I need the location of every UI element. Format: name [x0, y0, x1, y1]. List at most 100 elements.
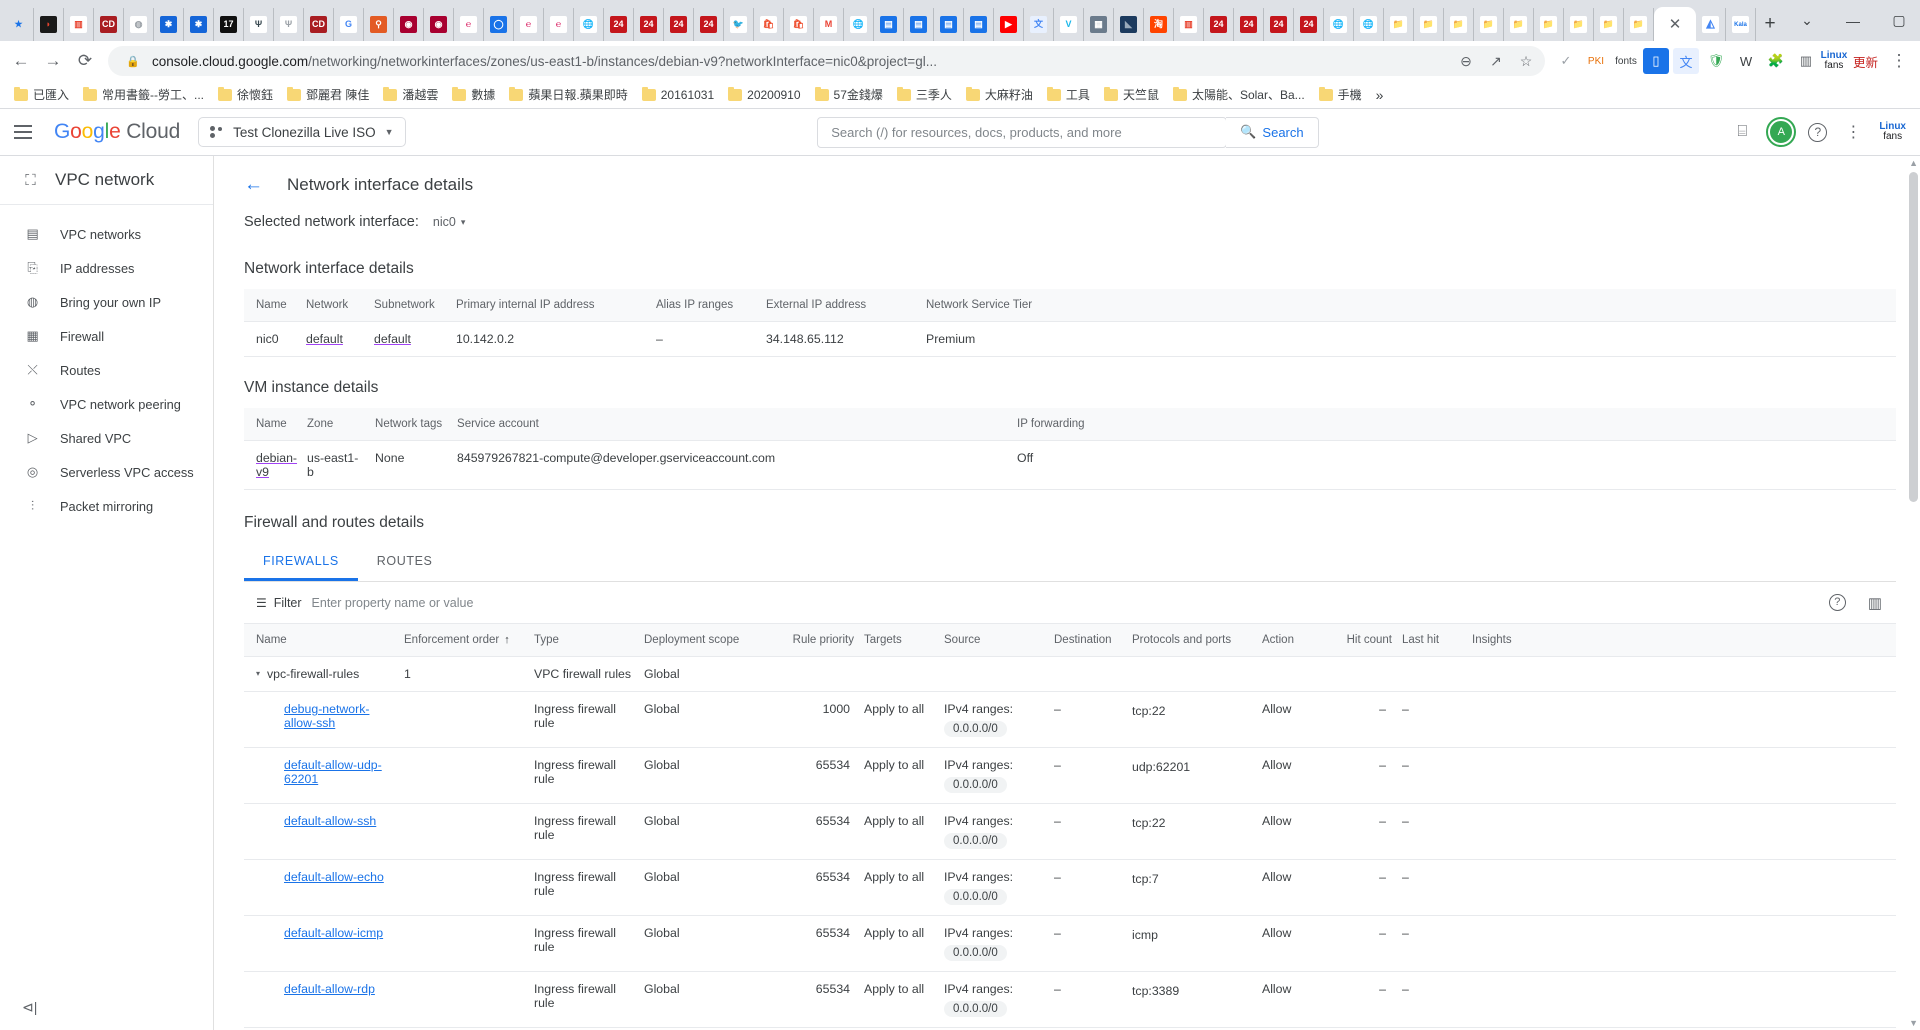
google-cloud-logo[interactable]: Google Cloud	[54, 120, 180, 144]
new-tab-button[interactable]: +	[1756, 10, 1784, 38]
search-button[interactable]: 🔍 Search	[1226, 116, 1319, 148]
network-link[interactable]: default	[306, 321, 374, 357]
column-header[interactable]: Name	[244, 624, 404, 657]
forward-button[interactable]: →	[38, 46, 68, 76]
column-header[interactable]: Name	[244, 408, 308, 441]
browser-tab[interactable]: ℮	[454, 8, 484, 41]
browser-tab[interactable]: Ψ	[244, 8, 274, 41]
group-name-cell[interactable]: ▾ vpc-firewall-rules	[244, 656, 404, 692]
browser-tab[interactable]: V	[1054, 8, 1084, 41]
share-icon[interactable]: ↗	[1485, 50, 1507, 72]
column-header[interactable]: Deployment scope	[644, 624, 784, 657]
column-header[interactable]: Type	[534, 624, 644, 657]
browser-menu-button[interactable]: ⋮	[1884, 46, 1914, 76]
network-link[interactable]: default	[306, 332, 343, 346]
check-mark-icon[interactable]: ✓	[1553, 48, 1579, 74]
column-header[interactable]: Primary internal IP address	[456, 289, 656, 322]
browser-tab[interactable]: 🌐	[1354, 8, 1384, 41]
browser-tab[interactable]: Ψ	[274, 8, 304, 41]
search-input[interactable]: Search (/) for resources, docs, products…	[817, 116, 1228, 148]
browser-tab[interactable]: CD	[94, 8, 124, 41]
browser-tab[interactable]: G	[334, 8, 364, 41]
browser-tab[interactable]: 📁	[1474, 8, 1504, 41]
browser-tab[interactable]: 📁	[1414, 8, 1444, 41]
column-header[interactable]: Protocols and ports	[1132, 624, 1262, 657]
browser-tab[interactable]: 24	[664, 8, 694, 41]
browser-tab[interactable]: 24	[1294, 8, 1324, 41]
browser-tab[interactable]: 🛍	[784, 8, 814, 41]
browser-tab[interactable]: 📁	[1624, 8, 1654, 41]
browser-tab[interactable]: 🌐	[1324, 8, 1354, 41]
browser-tab[interactable]: 17	[214, 8, 244, 41]
browser-tab[interactable]: 🛍	[754, 8, 784, 41]
column-header[interactable]: External IP address	[766, 289, 926, 322]
browser-tab[interactable]: ◉	[424, 8, 454, 41]
more-options-icon[interactable]: ⋮	[1841, 120, 1865, 144]
bookmark-item[interactable]: 太陽能、Solar、Ba...	[1167, 83, 1311, 106]
bookmark-item[interactable]: 數據	[446, 83, 501, 106]
sidebar-item-bring-your-own-ip[interactable]: ◍ Bring your own IP	[0, 285, 213, 319]
bookmark-item[interactable]: 蘋果日報.蘋果即時	[503, 83, 633, 106]
zoom-out-icon[interactable]: ⊖	[1455, 50, 1477, 72]
fonts-label[interactable]: fonts	[1613, 48, 1639, 74]
browser-tab[interactable]: ℮	[514, 8, 544, 41]
browser-tab[interactable]: ▤	[934, 8, 964, 41]
browser-tab[interactable]: 24	[1204, 8, 1234, 41]
project-selector[interactable]: Test Clonezilla Live ISO ▼	[198, 117, 406, 147]
firewall-rule-name-cell[interactable]: default-allow-ssh	[244, 803, 404, 860]
firewall-rule-name-cell[interactable]: default-allow-echo	[244, 859, 404, 916]
avatar[interactable]: A	[1766, 117, 1797, 147]
sidebar-item-shared-vpc[interactable]: ▷ Shared VPC	[0, 421, 213, 455]
column-header[interactable]: Network	[306, 289, 374, 322]
browser-tab[interactable]: ▶	[994, 8, 1024, 41]
column-header[interactable]: Source	[944, 624, 1054, 657]
column-header[interactable]: Targets	[864, 624, 944, 657]
browser-tab[interactable]: ℮	[544, 8, 574, 41]
minimize-button[interactable]: —	[1830, 0, 1876, 41]
browser-tab[interactable]: 📁	[1564, 8, 1594, 41]
scroll-down-arrow[interactable]: ▼	[1909, 1018, 1918, 1028]
bookmark-star-icon[interactable]: ☆	[1515, 50, 1537, 72]
active-tab[interactable]: ✕	[1654, 7, 1696, 41]
firewall-rule-link[interactable]: default-allow-udp-62201	[284, 758, 382, 786]
firewall-rule-name-cell[interactable]: default-allow-udp-62201	[244, 747, 404, 804]
tab-routes[interactable]: ROUTES	[358, 543, 452, 581]
column-header[interactable]: Alias IP ranges	[656, 289, 766, 322]
subnetwork-link[interactable]: default	[374, 321, 456, 357]
help-icon[interactable]: ?	[1828, 593, 1846, 611]
firewall-rule-name-cell[interactable]: default-allow-icmp	[244, 915, 404, 972]
vertical-scrollbar[interactable]: ▲ ▼	[1907, 156, 1920, 1030]
selected-interface-dropdown[interactable]: nic0 ▾	[433, 215, 465, 229]
bookmark-item[interactable]: 20200910	[722, 85, 806, 105]
vm-name-link[interactable]: debian-v9	[256, 451, 297, 479]
column-header[interactable]: Name	[244, 289, 306, 322]
filter-input[interactable]: Enter property name or value	[312, 596, 474, 610]
column-header[interactable]: Service account	[457, 408, 1018, 441]
column-header[interactable]: Action	[1262, 624, 1340, 657]
browser-tab[interactable]: CD	[304, 8, 334, 41]
browser-tab[interactable]: 24	[694, 8, 724, 41]
browser-tab[interactable]: ◣	[1114, 8, 1144, 41]
vm-name-link[interactable]: debian-v9	[244, 440, 308, 490]
filter-button[interactable]: ☰ Filter	[256, 596, 302, 610]
bookmark-item[interactable]: 大麻籽油	[960, 83, 1039, 106]
profile-badge[interactable]: Linux fans	[1821, 48, 1848, 74]
ixl-extension-icon[interactable]: ▯	[1642, 48, 1669, 74]
scroll-up-arrow[interactable]: ▲	[1909, 158, 1918, 168]
tab-firewalls[interactable]: FIREWALLS	[244, 543, 358, 581]
firewall-rule-link[interactable]: debug-network-allow-ssh	[284, 702, 369, 730]
cloud-shell-icon[interactable]: ⌸	[1730, 120, 1754, 144]
column-display-options-icon[interactable]: ▥	[1868, 594, 1882, 612]
sidepanel-icon[interactable]: ▥	[1793, 48, 1819, 74]
sidebar-item-packet-mirroring[interactable]: ⫶ Packet mirroring	[0, 489, 213, 523]
back-arrow-icon[interactable]: ←	[244, 174, 263, 196]
column-header[interactable]: Last hit	[1402, 624, 1472, 657]
browser-tab[interactable]: ⚲	[364, 8, 394, 41]
browser-tab[interactable]: ✱	[154, 8, 184, 41]
bookmark-item[interactable]: 鄧麗君 陳佳	[281, 83, 375, 106]
column-header[interactable]: Hit count	[1340, 624, 1402, 657]
sidebar-item-ip-addresses[interactable]: ⎘ IP addresses	[0, 251, 213, 285]
firewall-rule-link[interactable]: default-allow-icmp	[284, 926, 383, 940]
maximize-button[interactable]: ▢	[1876, 0, 1920, 41]
tab-search-icon[interactable]: ⌄	[1784, 0, 1830, 41]
